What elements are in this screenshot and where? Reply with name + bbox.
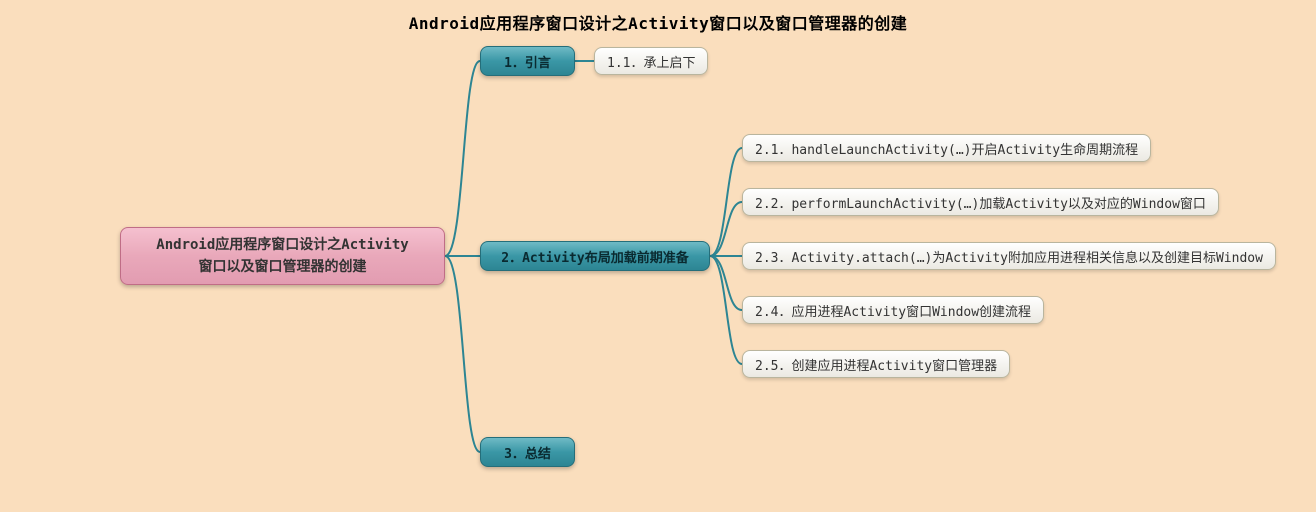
leaf-node-1-1[interactable]: 1.1．承上启下 [594,47,708,75]
root-label: Android应用程序窗口设计之Activity窗口以及窗口管理器的创建 [156,234,408,279]
branch-label: 1．引言 [504,52,551,71]
leaf-label: 2.1．handleLaunchActivity(…)开启Activity生命周… [755,139,1138,158]
leaf-label: 2.5．创建应用进程Activity窗口管理器 [755,355,997,374]
branch-label: 3．总结 [504,443,551,462]
branch-node-1[interactable]: 1．引言 [480,46,575,76]
leaf-node-2-1[interactable]: 2.1．handleLaunchActivity(…)开启Activity生命周… [742,134,1151,162]
leaf-node-2-4[interactable]: 2.4．应用进程Activity窗口Window创建流程 [742,296,1044,324]
leaf-label: 1.1．承上启下 [607,52,695,71]
diagram-title: Android应用程序窗口设计之Activity窗口以及窗口管理器的创建 [0,10,1316,34]
root-node[interactable]: Android应用程序窗口设计之Activity窗口以及窗口管理器的创建 [120,227,445,285]
leaf-label: 2.2．performLaunchActivity(…)加载Activity以及… [755,193,1206,212]
branch-label: 2．Activity布局加载前期准备 [501,247,688,266]
leaf-node-2-3[interactable]: 2.3．Activity.attach(…)为Activity附加应用进程相关信… [742,242,1276,270]
leaf-label: 2.4．应用进程Activity窗口Window创建流程 [755,301,1031,320]
branch-node-3[interactable]: 3．总结 [480,437,575,467]
leaf-node-2-2[interactable]: 2.2．performLaunchActivity(…)加载Activity以及… [742,188,1219,216]
branch-node-2[interactable]: 2．Activity布局加载前期准备 [480,241,710,271]
leaf-node-2-5[interactable]: 2.5．创建应用进程Activity窗口管理器 [742,350,1010,378]
leaf-label: 2.3．Activity.attach(…)为Activity附加应用进程相关信… [755,247,1263,266]
